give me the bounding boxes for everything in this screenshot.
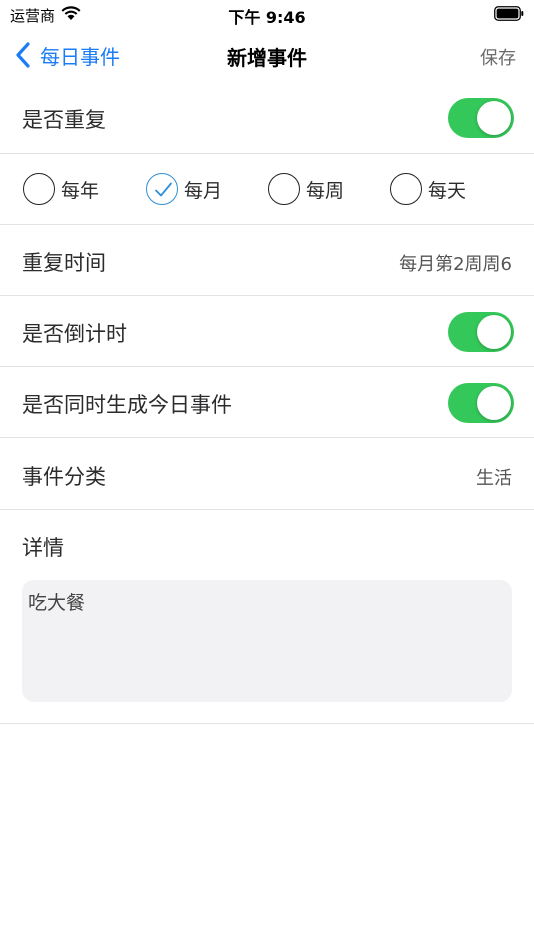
create-today-label: 是否同时生成今日事件 bbox=[22, 393, 232, 417]
radio-daily[interactable]: 每天 bbox=[390, 172, 466, 206]
frequency-radio-group: 每年 每月 每周 每天 bbox=[0, 154, 534, 224]
page-title: 新增事件 bbox=[227, 46, 307, 70]
radio-circle-icon bbox=[23, 173, 55, 205]
status-bar: 运营商 下午 9:46 bbox=[0, 0, 534, 28]
radio-label-yearly: 每年 bbox=[61, 179, 100, 202]
details-section: 详情 吃大餐 bbox=[0, 510, 534, 724]
battery-icon bbox=[494, 6, 524, 21]
status-time: 下午 9:46 bbox=[228, 8, 306, 27]
repeat-time-label: 重复时间 bbox=[22, 251, 106, 275]
checkmark-icon bbox=[155, 182, 172, 197]
repeat-switch[interactable] bbox=[448, 98, 514, 138]
switch-knob bbox=[477, 101, 511, 135]
details-textarea[interactable]: 吃大餐 bbox=[22, 580, 512, 702]
radio-circle-icon bbox=[268, 173, 300, 205]
frequency-row: 每年 每月 每周 每天 bbox=[0, 154, 534, 225]
radio-weekly[interactable]: 每周 bbox=[268, 172, 344, 206]
switch-knob bbox=[477, 386, 511, 420]
save-button[interactable]: 保存 bbox=[480, 44, 516, 70]
radio-label-monthly: 每月 bbox=[184, 179, 223, 202]
repeat-row: 是否重复 bbox=[0, 84, 534, 154]
radio-label-daily: 每天 bbox=[428, 179, 467, 202]
radio-label-weekly: 每周 bbox=[306, 179, 345, 202]
create-today-row: 是否同时生成今日事件 bbox=[0, 367, 534, 438]
countdown-row: 是否倒计时 bbox=[0, 296, 534, 367]
repeat-time-row[interactable]: 重复时间 每月第2周周6 bbox=[0, 225, 534, 296]
radio-monthly[interactable]: 每月 bbox=[146, 172, 222, 206]
switch-knob bbox=[477, 315, 511, 349]
category-value: 生活 bbox=[476, 468, 512, 489]
radio-circle-icon bbox=[390, 173, 422, 205]
repeat-label: 是否重复 bbox=[22, 108, 106, 132]
navigation-bar: 每日事件 新增事件 保存 bbox=[0, 28, 534, 84]
radio-yearly[interactable]: 每年 bbox=[23, 172, 99, 206]
category-row[interactable]: 事件分类 生活 bbox=[0, 438, 534, 510]
create-today-switch[interactable] bbox=[448, 383, 514, 423]
category-label: 事件分类 bbox=[22, 465, 106, 489]
countdown-label: 是否倒计时 bbox=[22, 322, 127, 346]
countdown-switch[interactable] bbox=[448, 312, 514, 352]
repeat-time-value: 每月第2周周6 bbox=[399, 254, 512, 275]
details-label: 详情 bbox=[22, 536, 64, 560]
radio-checked-icon bbox=[146, 173, 178, 205]
details-text: 吃大餐 bbox=[28, 592, 86, 614]
